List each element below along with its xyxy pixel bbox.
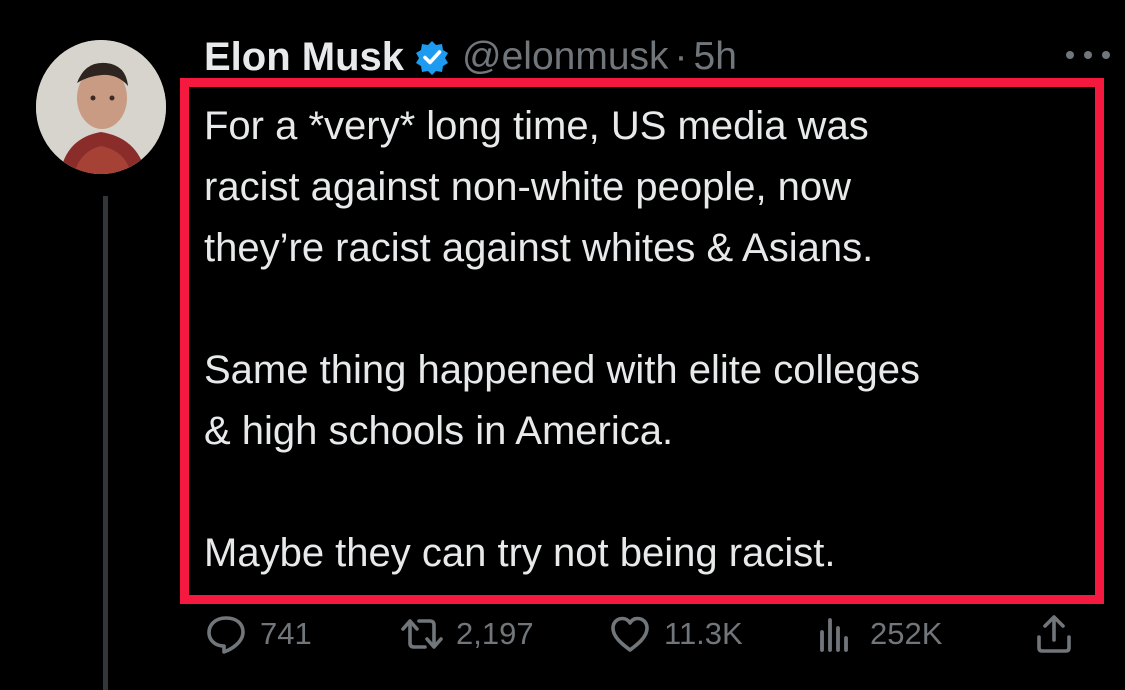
reply-count: 741 <box>260 616 312 651</box>
repost-button[interactable]: 2,197 <box>400 606 534 662</box>
tweet-line: Maybe they can try not being racist. <box>204 531 836 575</box>
timestamp[interactable]: 5h <box>694 35 737 79</box>
avatar-photo <box>36 40 166 174</box>
reply-icon <box>204 612 248 656</box>
tweet-header: Elon Musk @elonmusk · 5h <box>204 32 737 82</box>
verified-badge-icon[interactable] <box>414 39 450 75</box>
tweet-line: For a *very* long time, US media was <box>204 104 869 148</box>
tweet-paragraph: For a *very* long time, US media was rac… <box>204 96 1084 279</box>
like-button[interactable]: 11.3K <box>608 606 743 662</box>
tweet-line: & high schools in America. <box>204 409 674 453</box>
repost-count: 2,197 <box>456 616 534 651</box>
tweet-line: they’re racist against whites & Asians. <box>204 226 874 270</box>
user-handle[interactable]: @elonmusk <box>462 35 669 79</box>
repost-icon <box>400 612 444 656</box>
views-count: 252K <box>870 616 943 651</box>
tweet-text: For a *very* long time, US media was rac… <box>204 96 1084 584</box>
share-icon <box>1032 612 1076 656</box>
views-button[interactable]: 252K <box>814 606 942 662</box>
like-count: 11.3K <box>664 616 743 651</box>
reply-button[interactable]: 741 <box>204 606 312 662</box>
tweet-line: Same thing happened with elite colleges <box>204 348 921 392</box>
views-bar-chart-icon <box>814 612 858 656</box>
tweet-paragraph: Maybe they can try not being racist. <box>204 523 1084 584</box>
tweet-paragraph: Same thing happened with elite colleges … <box>204 340 1084 462</box>
avatar[interactable] <box>36 40 166 174</box>
heart-icon <box>608 612 652 656</box>
tweet-actions: 741 2,197 11.3K 252K <box>0 606 1125 662</box>
separator-dot: · <box>674 35 688 78</box>
tweet-line: racist against non-white people, now <box>204 165 852 209</box>
display-name[interactable]: Elon Musk <box>204 35 404 80</box>
share-button[interactable] <box>1032 606 1088 662</box>
more-options-icon[interactable] <box>1066 40 1110 70</box>
